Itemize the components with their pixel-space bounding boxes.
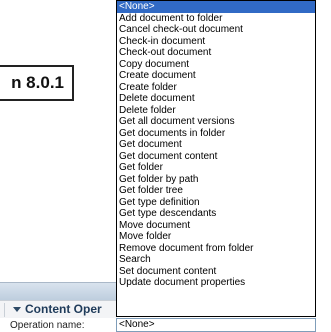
dropdown-option[interactable]: Get folder — [117, 162, 315, 174]
dropdown-option[interactable]: Set document content — [117, 266, 315, 278]
dropdown-option[interactable]: Create folder — [117, 82, 315, 94]
dropdown-option[interactable]: Add document to folder — [117, 13, 315, 25]
content-operation-panel-header[interactable]: Content Oper — [0, 300, 117, 318]
dropdown-option[interactable]: Create document — [117, 70, 315, 82]
dropdown-option[interactable]: Delete document — [117, 93, 315, 105]
operation-name-label: Operation name: — [10, 320, 85, 331]
triangle-down-icon[interactable] — [13, 307, 21, 312]
dropdown-option[interactable]: Get documents in folder — [117, 128, 315, 140]
dropdown-option[interactable]: <None> — [117, 1, 315, 13]
dropdown-option[interactable]: Get type definition — [117, 197, 315, 209]
dropdown-option[interactable]: Get document — [117, 139, 315, 151]
dropdown-option[interactable]: Get document content — [117, 151, 315, 163]
dropdown-option[interactable]: Delete folder — [117, 105, 315, 117]
dropdown-option[interactable]: Move document — [117, 220, 315, 232]
dropdown-option[interactable]: Check-out document — [117, 47, 315, 59]
operation-dropdown-list[interactable]: <None> Add document to folder Cancel check… — [116, 0, 316, 317]
dropdown-option[interactable]: Remove document from folder — [117, 243, 315, 255]
dropdown-option[interactable]: Get type descendants — [117, 208, 315, 220]
dropdown-option[interactable]: Move folder — [117, 231, 315, 243]
version-label: n 8.0.1 — [0, 65, 74, 101]
dropdown-option[interactable]: Search — [117, 254, 315, 266]
dropdown-option[interactable]: Get all document versions — [117, 116, 315, 128]
divider — [4, 303, 5, 317]
dropdown-option[interactable]: Update document properties — [117, 277, 315, 289]
dropdown-option[interactable]: Cancel check-out document — [117, 24, 315, 36]
panel-title: Content Oper — [25, 302, 102, 316]
dropdown-option[interactable]: Get folder tree — [117, 185, 315, 197]
dropdown-option[interactable]: Copy document — [117, 59, 315, 71]
dropdown-option[interactable]: Get folder by path — [117, 174, 315, 186]
dropdown-option[interactable]: Check-in document — [117, 36, 315, 48]
